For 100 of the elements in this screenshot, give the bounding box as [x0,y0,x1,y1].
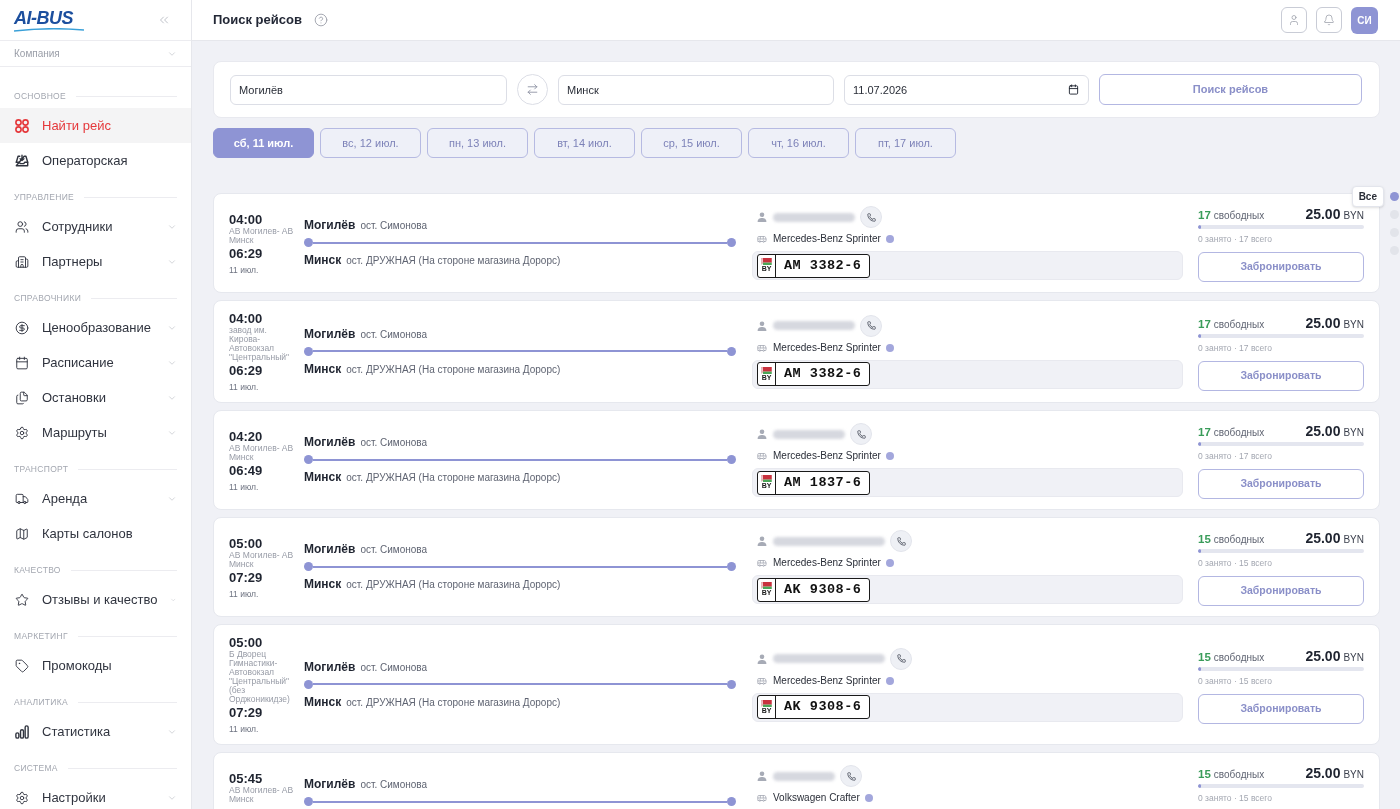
origin-field[interactable]: Могилёв [230,74,507,105]
nav-item[interactable]: Маршруты [0,415,191,450]
vehicle-model: Mercedes-Benz Sprinter [773,232,881,246]
call-button[interactable] [890,647,912,670]
help-icon[interactable] [313,13,328,27]
currency: BYN [1343,209,1364,223]
circles-grid-icon [15,118,29,133]
nav-item[interactable]: Отзывы и качество [0,582,191,617]
plate-number: AM 3382-6 [783,256,863,275]
nav-item[interactable]: Остановки [0,380,191,415]
stop-marker-icon [304,562,313,571]
call-button[interactable] [860,314,882,337]
belarus-flag-icon [761,699,772,707]
nav-item[interactable]: Операторская [0,143,191,178]
phone-icon [856,429,866,439]
documents-icon [15,390,29,405]
nav-item[interactable]: Промокоды [0,648,191,683]
chevrons-left-icon [157,13,171,27]
boarding-stop: АВ Могилев- АВ Минск [229,226,295,245]
arrival-time: 07:29 [229,705,264,720]
person-icon [757,320,767,331]
swap-button[interactable] [517,74,548,105]
currency: BYN [1343,426,1364,440]
bus-icon [757,675,767,686]
call-button[interactable] [840,765,862,787]
collapse-sidebar-button[interactable] [157,13,171,27]
vehicle-model: Mercedes-Benz Sprinter [773,340,881,355]
call-button[interactable] [860,206,882,228]
destination-stop: ост. ДРУЖНАЯ (На стороне магазина Дорорс) [346,695,561,710]
nav-item[interactable]: Настройки [0,780,191,809]
departure-time: 04:20 [229,428,264,444]
notifications-button[interactable] [1316,7,1342,33]
nav-item[interactable]: Статистика [0,714,191,749]
destination-stop: ост. ДРУЖНАЯ (На стороне магазина Дорорс) [346,362,561,377]
nav-section-title: СИСТЕМА [14,763,58,773]
arrival-date: 11 июл. [229,382,260,392]
plate-number: AK 9308-6 [783,580,863,599]
belarus-flag-icon [761,366,772,374]
free-seats-label: свободных [1213,650,1265,665]
destination-city: Минск [304,361,342,377]
free-seats-count: 17 [1198,425,1211,440]
arrival-time: 06:49 [229,462,264,478]
phone-icon [846,771,856,781]
nav-item[interactable]: Аренда [0,481,191,516]
occupancy-summary: 0 занято · 17 всего [1198,451,1273,462]
price: 25.00 [1305,529,1341,548]
map-icon [15,526,29,541]
nav-item[interactable]: Партнеры [0,244,191,279]
currency: BYN [1343,650,1364,665]
call-button[interactable] [890,530,912,552]
plate-number: AK 9308-6 [783,698,863,716]
boarding-stop: Б Дворец Гимнастики-Автовокзал "Центральный" (без Орджоникидзе) [229,650,291,704]
blurred-name [773,429,845,439]
vehicle-model: Mercedes-Benz Sprinter [773,673,881,688]
nav-item[interactable]: Расписание [0,345,191,380]
nav-item[interactable]: Ценообразование [0,310,191,345]
origin-city: Могилёв [304,326,356,342]
vehicle-model: Volkswagen Crafter [773,791,860,805]
currency: BYN [1343,533,1364,547]
nav-item[interactable]: Карты салонов [0,516,191,551]
departure-time: 05:00 [229,635,264,650]
bus-icon [757,558,767,568]
bus-icon [757,234,767,244]
nav-item[interactable]: Сотрудники [0,209,191,244]
settings-icon [15,425,29,440]
person-icon [757,653,767,664]
date-field[interactable]: 11.07.2026 [844,74,1089,105]
settings-icon [15,790,29,805]
truck-icon [15,491,29,506]
destination-stop: ост. ДРУЖНАЯ (На стороне магазина Дорорс) [346,471,561,485]
destination-field[interactable]: Минск [558,74,834,105]
origin-city: Могилёв [304,777,356,792]
origin-stop: ост. Симонова [360,327,428,342]
calendar-icon [15,355,29,370]
arrival-date: 11 июл. [229,724,260,734]
stop-marker-icon [727,562,736,571]
occupancy-summary: 0 занято · 15 всего [1198,793,1273,804]
origin-city: Могилёв [304,218,356,233]
free-seats-count: 15 [1198,532,1211,547]
boarding-stop: завод им. Кирова-Автовокзал "Центральный" [229,326,291,362]
arrival-time: 06:29 [229,245,264,261]
nav-section-title: АНАЛИТИКА [14,697,68,707]
free-seats-count: 17 [1198,208,1211,223]
origin-stop: ост. Симонова [360,660,428,675]
calendar-icon[interactable] [1068,84,1079,95]
arrival-time: 06:29 [229,363,264,378]
currency: BYN [1343,768,1364,782]
person-icon [757,429,767,439]
price: 25.00 [1305,764,1341,783]
nav-item[interactable]: Найти рейс [0,108,191,143]
logo-swoosh-icon [14,27,84,32]
phone-icon [866,212,876,222]
phone-icon [866,321,876,330]
departure-time: 04:00 [229,311,264,326]
stop-marker-icon [727,346,736,356]
call-button[interactable] [850,423,872,445]
profile-button[interactable] [1281,7,1307,33]
stop-marker-icon [727,238,736,247]
stop-marker-icon [304,238,313,247]
destination-city: Минск [304,694,342,710]
